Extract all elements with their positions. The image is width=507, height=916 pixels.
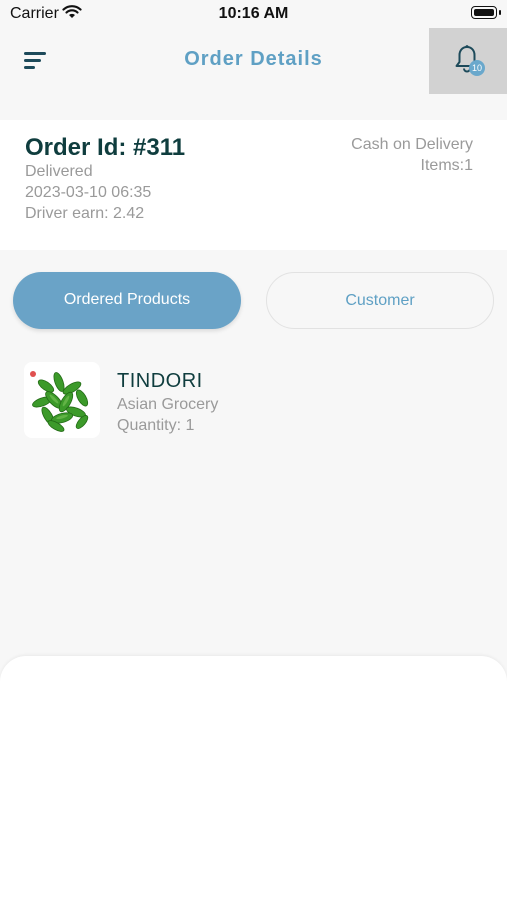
order-summary-card: Order Id: #311 Delivered 2023-03-10 06:3… [0, 120, 507, 250]
order-datetime: 2023-03-10 06:35 [25, 184, 152, 201]
list-item[interactable]: TINDORI Asian Grocery Quantity: 1 [24, 362, 484, 440]
battery-cap [499, 10, 501, 15]
driver-earn: Driver earn: 2.42 [25, 205, 145, 222]
product-category: Asian Grocery [117, 396, 219, 413]
product-quantity: Quantity: 1 [117, 417, 195, 434]
battery-icon [471, 6, 497, 19]
product-image [24, 362, 100, 438]
items-count: Items:1 [420, 157, 473, 174]
clock: 10:16 AM [218, 5, 289, 22]
bottom-sheet [0, 656, 507, 916]
app-header: Order Details 10 [0, 28, 507, 94]
notification-badge: 10 [469, 60, 485, 76]
product-name: TINDORI [117, 370, 203, 392]
order-status: Delivered [25, 163, 93, 180]
payment-method: Cash on Delivery [351, 136, 473, 153]
tab-ordered-products[interactable]: Ordered Products [13, 272, 241, 329]
order-id: Order Id: #311 [25, 134, 186, 161]
tindori-image [30, 371, 89, 432]
status-bar: Carrier 10:16 AM [0, 0, 507, 28]
tab-customer[interactable]: Customer [266, 272, 494, 329]
notification-button[interactable]: 10 [429, 28, 507, 94]
